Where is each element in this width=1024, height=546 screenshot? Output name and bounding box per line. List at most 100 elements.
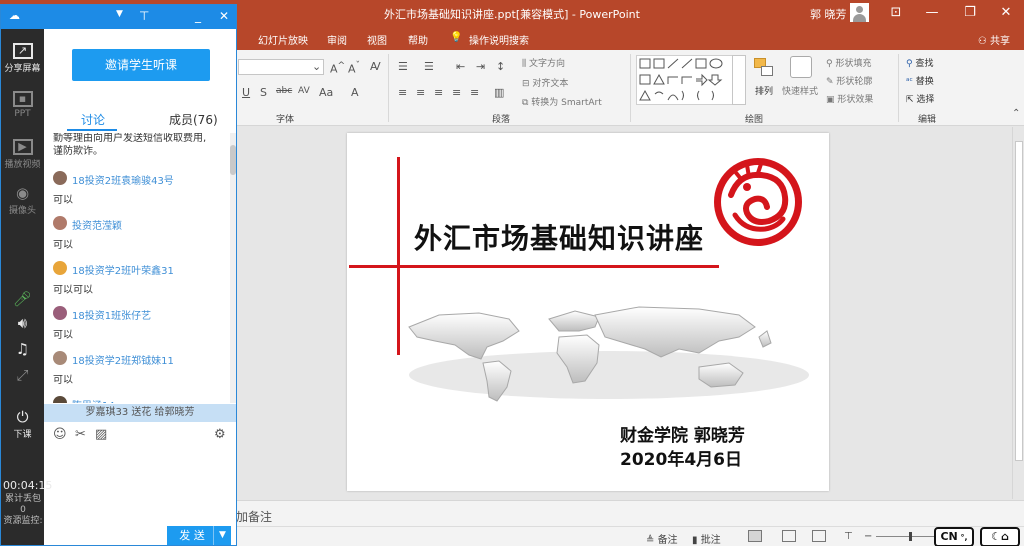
avatar[interactable] xyxy=(53,396,67,403)
collapse-ribbon-icon[interactable]: ⌃ xyxy=(1012,108,1020,119)
send-button[interactable]: 发 送 xyxy=(167,526,217,545)
user-avatar[interactable] xyxy=(850,3,869,22)
align-right-icon[interactable]: ≡ xyxy=(434,86,443,99)
class-timer: 00:04:15 xyxy=(3,479,53,492)
chat-sender-name[interactable]: 18投资2班袁瑜骏43号 xyxy=(72,172,174,187)
speaker-button[interactable]: 🔊︎ xyxy=(1,315,44,333)
align-center-icon[interactable]: ≡ xyxy=(416,86,425,99)
replace-button[interactable]: ᵃᶜ 替换 xyxy=(906,74,934,87)
avatar[interactable] xyxy=(53,306,67,320)
avatar[interactable] xyxy=(53,351,67,365)
shape-effects-button[interactable]: ▣ 形状效果 xyxy=(826,92,873,105)
pin-icon[interactable]: ⊤ xyxy=(139,9,149,23)
ime-language-indicator[interactable]: CN °, xyxy=(934,527,974,546)
chat-sender-name[interactable]: 18投资学2班叶荣鑫31 xyxy=(72,262,174,277)
slideshow-icon[interactable]: ⊤ xyxy=(844,531,853,542)
fullscreen-button[interactable]: ⤢ xyxy=(1,367,44,385)
zoom-out-icon[interactable]: − xyxy=(864,531,872,542)
dropdown-icon[interactable]: ▼ xyxy=(116,9,123,19)
bullets-icon[interactable]: ☰ xyxy=(398,60,408,73)
avatar[interactable] xyxy=(53,216,67,230)
tab-view[interactable]: 视图 xyxy=(367,32,387,47)
shape-fill-button[interactable]: ⚲ 形状填充 xyxy=(826,56,871,69)
close-panel-icon[interactable]: ✕ xyxy=(219,9,229,23)
columns-icon[interactable]: ▥ xyxy=(494,86,504,99)
slide-sorter-icon[interactable] xyxy=(782,530,796,542)
decrease-font-icon[interactable]: Aˇ xyxy=(348,60,360,76)
ribbon-display-options-icon[interactable]: ⊡ xyxy=(878,0,914,26)
shapes-scroll[interactable] xyxy=(732,55,746,105)
find-button[interactable]: ⚲ 查找 xyxy=(906,56,933,69)
music-button[interactable]: ♫ xyxy=(1,341,44,359)
clear-format-icon[interactable]: Ꜹ xyxy=(370,60,381,73)
align-left-icon[interactable]: ≡ xyxy=(398,86,407,99)
chat-sender-name[interactable]: 陈思涵14 xyxy=(72,397,115,403)
strikethrough-icon[interactable]: abc xyxy=(276,86,292,96)
chat-sender-name[interactable]: 18投资1班张仔艺 xyxy=(72,307,151,322)
increase-indent-icon[interactable]: ⇥ xyxy=(476,60,485,73)
line-spacing-icon[interactable]: ↕ xyxy=(496,60,505,73)
justify-icon[interactable]: ≡ xyxy=(452,86,461,99)
image-icon[interactable]: ▨ xyxy=(95,427,107,442)
user-name[interactable]: 郭 晓芳 xyxy=(810,6,847,22)
smartart-button[interactable]: ⧉ 转换为 SmartArt xyxy=(522,95,602,108)
align-text-button[interactable]: ⊟ 对齐文本 xyxy=(522,76,568,89)
tab-members[interactable]: 成员(76) xyxy=(169,111,218,128)
tab-help[interactable]: 帮助 xyxy=(408,32,428,47)
camera-button[interactable]: ◉ 摄像头 xyxy=(1,185,44,216)
scrollbar-thumb[interactable] xyxy=(1015,141,1023,461)
divider xyxy=(630,54,631,122)
chat-scrollbar[interactable] xyxy=(230,133,236,403)
avatar[interactable] xyxy=(53,261,67,275)
shadow-icon[interactable]: S xyxy=(260,86,267,99)
zoom-slider-knob[interactable] xyxy=(909,532,912,541)
settings-icon[interactable]: ⚙ xyxy=(214,427,226,442)
emoji-icon[interactable]: ☺ xyxy=(53,427,67,442)
restore-icon[interactable]: ❐ xyxy=(952,0,988,26)
microphone-button[interactable]: 🎤︎ xyxy=(1,291,44,309)
minimize-panel-icon[interactable]: _ xyxy=(195,9,201,23)
quick-styles-button[interactable]: 快速样式 xyxy=(782,84,818,97)
slide-canvas[interactable]: 外汇市场基础知识讲座 财金学院 郭晓芳 2020年4月6日 xyxy=(347,133,829,491)
notes-pane[interactable]: 加备注 xyxy=(236,500,1024,526)
send-options-icon[interactable]: ▼ xyxy=(213,526,231,545)
tab-discussion[interactable]: 讨论 xyxy=(81,111,105,128)
arrange-button[interactable]: 排列 xyxy=(755,84,773,97)
slide-scrollbar[interactable] xyxy=(1012,127,1024,499)
shapes-gallery[interactable] xyxy=(636,55,746,105)
numbering-icon[interactable]: ☰ xyxy=(424,60,434,73)
normal-view-icon[interactable] xyxy=(748,530,762,542)
play-video-button[interactable]: ▶ 播放视频 xyxy=(1,139,44,170)
arrange-icon xyxy=(754,58,774,78)
tab-review[interactable]: 审阅 xyxy=(327,32,347,47)
share-button[interactable]: ⚇ 共享 xyxy=(978,32,1010,47)
increase-font-icon[interactable]: A^ xyxy=(330,60,345,76)
chat-sender-name[interactable]: 投资范滢颖 xyxy=(72,217,122,232)
chat-list[interactable]: 勤等理由向用户发送短信收取费用, 谨防欺诈。 18投资2班袁瑜骏43号 可以 投资范… xyxy=(44,133,229,403)
end-class-button[interactable]: ⏻ 下课 xyxy=(1,409,44,440)
font-color-icon[interactable]: A xyxy=(351,86,359,99)
change-case-icon[interactable]: Aa xyxy=(319,86,333,99)
reading-view-icon[interactable] xyxy=(812,530,826,542)
tab-slideshow[interactable]: 幻灯片放映 xyxy=(258,32,308,47)
tell-me-search[interactable]: 操作说明搜索 xyxy=(469,32,529,47)
ppt-button[interactable]: ▪ PPT xyxy=(1,91,44,119)
invite-students-button[interactable]: 邀请学生听课 xyxy=(72,49,210,81)
notes-button[interactable]: ≜ 备注 xyxy=(646,531,678,546)
text-direction-button[interactable]: ⫼ 文字方向 xyxy=(522,56,565,69)
chat-scrollbar-thumb[interactable] xyxy=(230,145,236,175)
shape-outline-button[interactable]: ✎ 形状轮廓 xyxy=(826,74,872,87)
char-spacing-icon[interactable]: AV xyxy=(298,86,310,96)
decrease-indent-icon[interactable]: ⇤ xyxy=(456,60,465,73)
ime-mode-indicator[interactable]: ☾⌂ xyxy=(980,527,1020,546)
underline-icon[interactable]: U xyxy=(242,86,250,99)
chat-sender-name[interactable]: 18投资学2班郑钺妹11 xyxy=(72,352,174,367)
share-screen-button[interactable]: ↗ 分享屏幕 xyxy=(1,43,44,74)
comments-button[interactable]: ▮ 批注 xyxy=(692,531,721,546)
scissors-icon[interactable]: ✂ xyxy=(75,427,86,442)
select-button[interactable]: ⇱ 选择 xyxy=(906,92,934,105)
avatar[interactable] xyxy=(53,171,67,185)
close-icon[interactable]: ✕ xyxy=(988,0,1024,26)
minimize-icon[interactable]: — xyxy=(914,0,950,26)
distributed-icon[interactable]: ≡ xyxy=(470,86,479,99)
